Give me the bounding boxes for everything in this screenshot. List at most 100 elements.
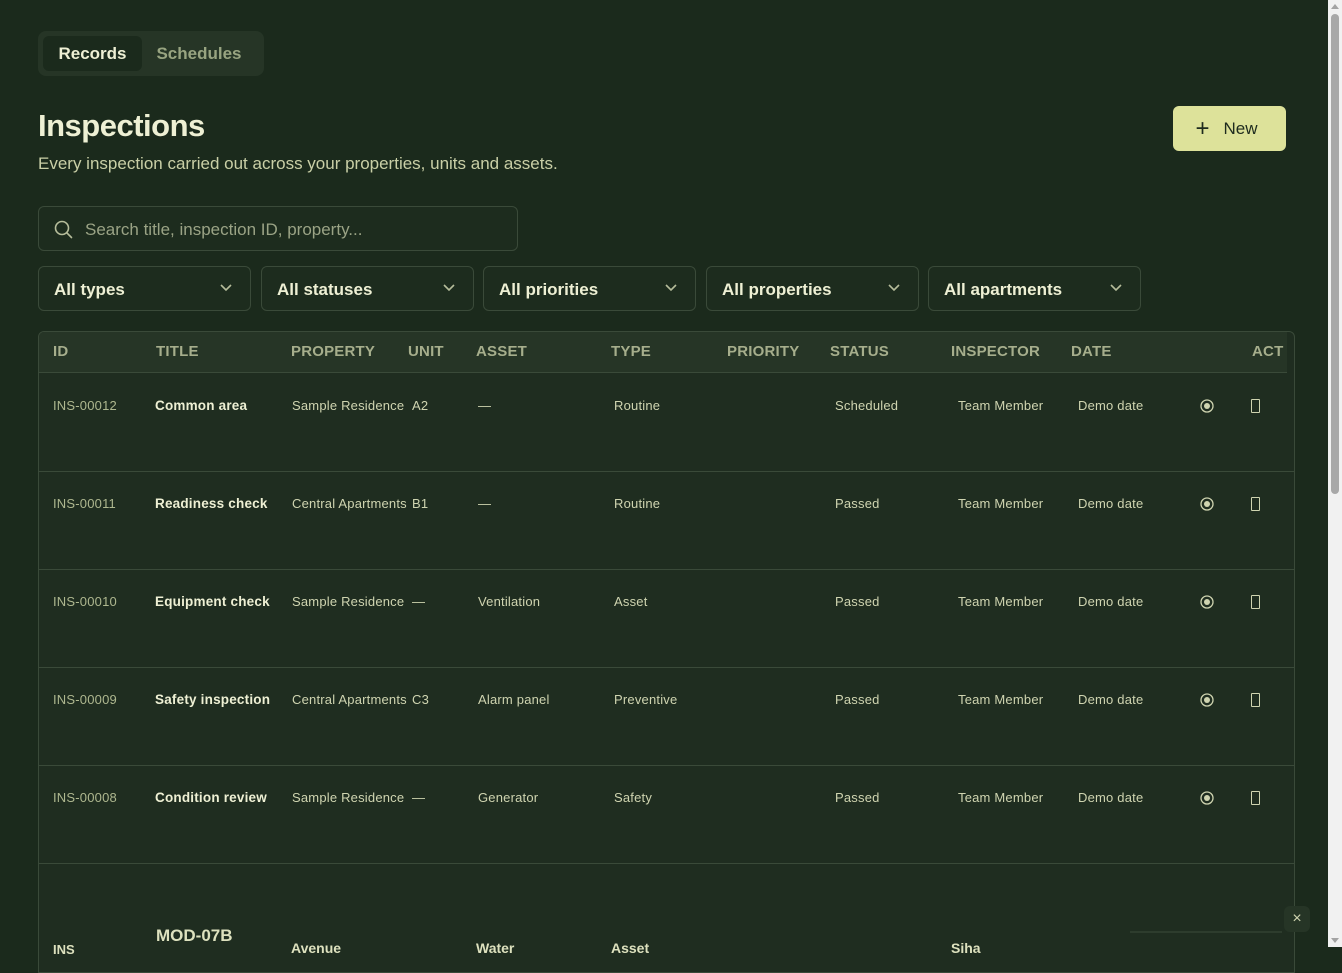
page-subtitle: Every inspection carried out across your… (38, 154, 558, 173)
cell-type: Asset (614, 594, 648, 609)
table-row[interactable]: INS-00009 Safety inspection Central Apar… (39, 667, 1294, 766)
cell-title: Readiness check (155, 496, 268, 511)
cell-unit: B1 (412, 496, 429, 511)
column-header-status[interactable]: STATUS (830, 343, 889, 360)
filter-properties[interactable]: All properties (706, 266, 919, 311)
cell-title: Equipment check (155, 594, 270, 609)
cell-id: INS-00008 (53, 790, 117, 805)
cell-property: Sample Residence (292, 790, 405, 805)
cell-inspector: Team Member (958, 398, 1044, 413)
cell-unit: A2 (412, 398, 429, 413)
chevron-down-icon (665, 284, 677, 292)
cell-date: Demo date (1078, 398, 1144, 413)
column-header-date[interactable]: DATE (1071, 343, 1112, 360)
cell-status: Passed (835, 594, 880, 609)
page-scrollbar[interactable] (1328, 0, 1342, 947)
cell-title: Safety inspection (155, 692, 271, 707)
eye-icon[interactable] (1200, 791, 1214, 805)
view-tabs: Records Schedules (38, 31, 264, 76)
cell-asset: Alarm panel (478, 692, 550, 707)
cell-id: INS-00012 (53, 398, 117, 413)
column-header-id[interactable]: ID (53, 343, 68, 360)
trash-icon[interactable] (1251, 693, 1260, 707)
cell-title: Condition review (155, 790, 267, 805)
column-header-actions: ACT (1252, 343, 1284, 360)
tab-schedules[interactable]: Schedules (148, 36, 250, 71)
filter-statuses[interactable]: All statuses (261, 266, 474, 311)
cell-status: Passed (835, 496, 880, 511)
column-header-title[interactable]: TITLE (156, 343, 199, 360)
cell-title: MOD-07B (156, 926, 233, 945)
tab-records[interactable]: Records (43, 36, 142, 71)
cell-property: Sample Residence (292, 398, 405, 413)
table-row[interactable]: INS-00011 Readiness check Central Apartm… (39, 471, 1294, 570)
table-row-partial[interactable]: INS MOD-07B Avenue Water Asset Siha (39, 926, 1294, 972)
cell-status: Passed (835, 692, 880, 707)
trash-icon[interactable] (1251, 791, 1260, 805)
filter-properties-label: All properties (722, 280, 832, 299)
filter-apartments-label: All apartments (944, 280, 1063, 299)
table-row[interactable]: INS-00010 Equipment check Sample Residen… (39, 569, 1294, 668)
cell-unit: — (412, 790, 426, 805)
cell-id: INS (53, 942, 75, 957)
cell-asset: Water (476, 940, 515, 956)
cell-unit: — (412, 594, 426, 609)
filter-types[interactable]: All types (38, 266, 251, 311)
column-header-unit[interactable]: UNIT (408, 343, 444, 360)
chevron-down-icon (443, 284, 455, 292)
cell-asset: Generator (478, 790, 539, 805)
cell-type: Asset (611, 940, 650, 956)
cell-inspector: Team Member (958, 496, 1044, 511)
cell-date: Demo date (1078, 790, 1144, 805)
filter-statuses-label: All statuses (277, 280, 373, 299)
search-input[interactable]: Search title, inspection ID, property... (38, 206, 518, 251)
chevron-down-icon (1110, 284, 1122, 292)
trash-icon[interactable] (1251, 595, 1260, 609)
new-button-label: New (1223, 118, 1258, 138)
eye-icon[interactable] (1200, 693, 1214, 707)
cell-property: Sample Residence (292, 594, 405, 609)
column-header-priority[interactable]: PRIORITY (727, 343, 799, 360)
cell-date: Demo date (1078, 594, 1144, 609)
column-header-asset[interactable]: ASSET (476, 343, 527, 360)
cell-date: Demo date (1078, 496, 1144, 511)
cell-property: Central Apartments (292, 496, 407, 511)
toast-edge (1130, 931, 1282, 933)
cell-unit: C3 (412, 692, 430, 707)
eye-icon[interactable] (1200, 595, 1214, 609)
scroll-up-arrow-icon[interactable] (1331, 4, 1339, 9)
cell-status: Scheduled (835, 398, 899, 413)
scrollbar-thumb[interactable] (1331, 14, 1339, 494)
trash-icon[interactable] (1251, 497, 1260, 511)
cell-title: Common area (155, 398, 248, 413)
column-header-property[interactable]: PROPERTY (291, 343, 375, 360)
cell-date: Demo date (1078, 692, 1144, 707)
eye-icon[interactable] (1200, 399, 1214, 413)
cell-id: INS-00009 (53, 692, 117, 707)
cell-type: Preventive (614, 692, 678, 707)
table-row[interactable]: INS-00012 Common area Sample Residence A… (39, 373, 1294, 472)
filter-priorities-label: All priorities (499, 280, 599, 299)
new-inspection-button[interactable]: + New (1173, 106, 1286, 151)
trash-icon[interactable] (1251, 399, 1260, 413)
search-placeholder: Search title, inspection ID, property... (85, 220, 363, 239)
eye-icon[interactable] (1200, 497, 1214, 511)
cell-id: INS-00010 (53, 594, 117, 609)
table-row[interactable]: INS-00008 Condition review Sample Reside… (39, 765, 1294, 864)
cell-asset: — (478, 398, 492, 413)
column-header-type[interactable]: TYPE (611, 343, 651, 360)
filter-priorities[interactable]: All priorities (483, 266, 696, 311)
search-icon (54, 220, 73, 239)
cell-inspector: Team Member (958, 790, 1044, 805)
inspections-table: ID TITLE PROPERTY UNIT ASSET TYPE PRIORI… (38, 331, 1295, 973)
table-header: ID TITLE PROPERTY UNIT ASSET TYPE PRIORI… (39, 332, 1287, 373)
cell-type: Routine (614, 398, 661, 413)
column-header-inspector[interactable]: INSPECTOR (951, 343, 1040, 360)
filter-apartments[interactable]: All apartments (928, 266, 1141, 311)
page-title: Inspections (38, 108, 205, 143)
cell-property: Avenue (291, 940, 342, 956)
plus-icon: + (1195, 114, 1210, 142)
cell-inspector: Siha (951, 940, 981, 956)
close-icon[interactable]: × (1284, 906, 1310, 932)
scroll-down-arrow-icon[interactable] (1331, 938, 1339, 943)
